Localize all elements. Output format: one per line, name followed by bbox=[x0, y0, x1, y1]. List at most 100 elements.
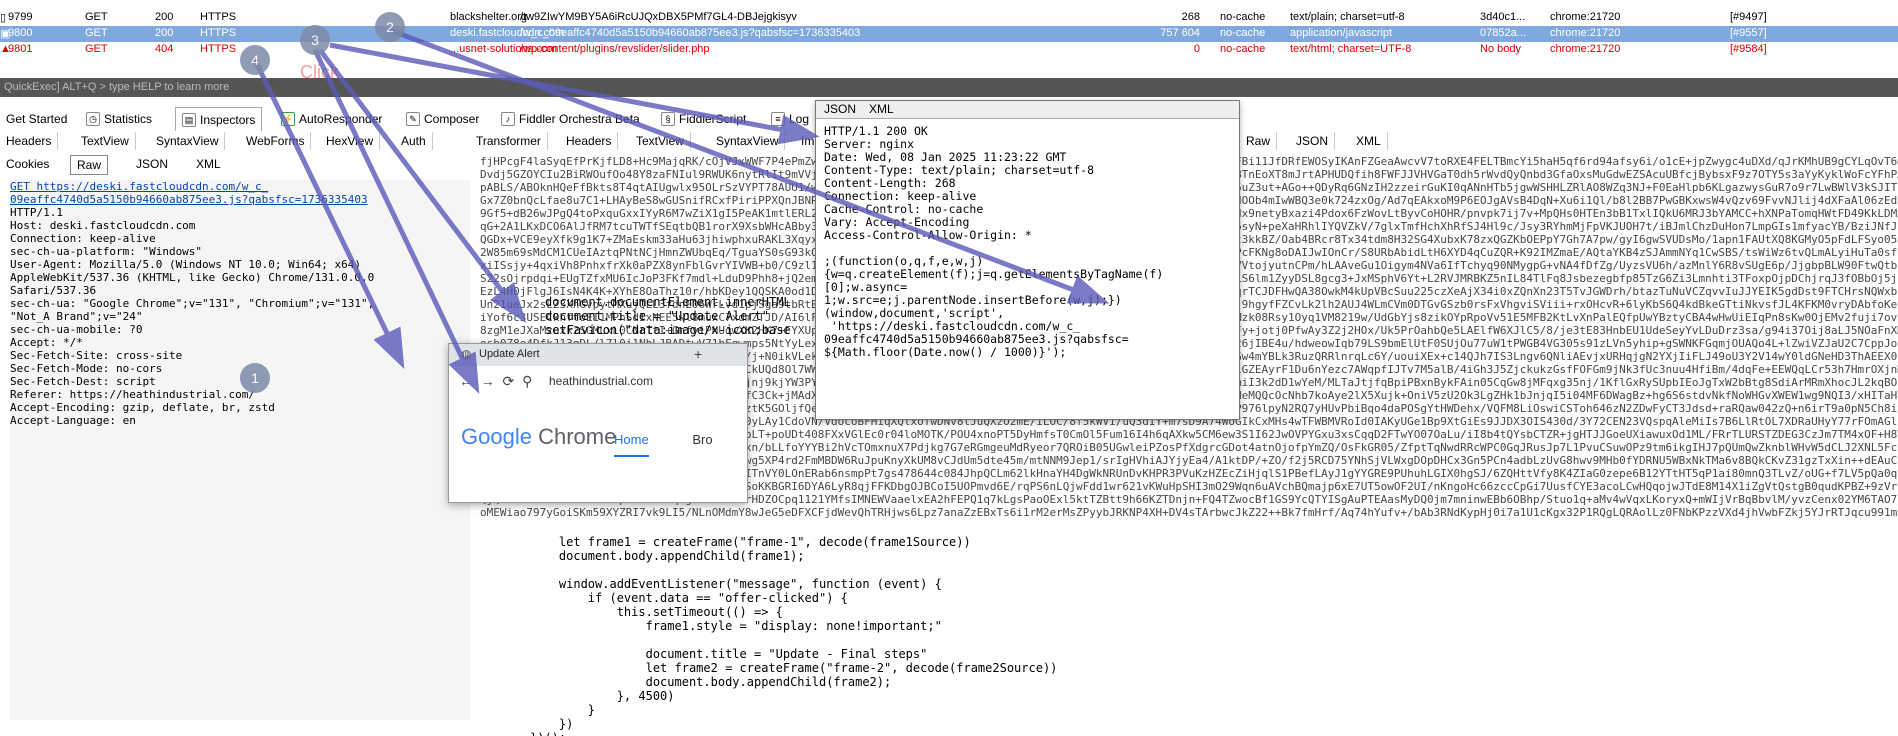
session-row-selected[interactable]: ▣ 9800 GET 200 HTTPS deski.fastcloudcdn.… bbox=[0, 26, 1898, 42]
request-line: Connection: keep-alive bbox=[10, 232, 156, 245]
script-code-block: let frame1 = createFrame("frame-1", deco… bbox=[530, 535, 1058, 736]
tab-label: Statistics bbox=[104, 112, 153, 126]
tab-label: Get Started bbox=[6, 112, 68, 126]
session-url: /wp-content/plugins/revslider/slider.php bbox=[520, 43, 710, 55]
req-tab-raw[interactable]: Raw bbox=[70, 155, 109, 175]
tab-autoresponder[interactable]: ⚡ AutoResponder bbox=[275, 107, 388, 131]
tab-fiddlerscript[interactable]: § FiddlerScript bbox=[655, 107, 752, 131]
tab-label: Fiddler Orchestra Beta bbox=[519, 112, 640, 126]
request-line: "Not_A Brand";v="24" bbox=[10, 310, 143, 323]
session-method: GET bbox=[85, 27, 108, 39]
req-tab-webforms[interactable]: WebForms bbox=[240, 132, 312, 150]
resp-tab-syntaxview[interactable]: SyntaxView bbox=[710, 132, 786, 150]
session-id: 9801 bbox=[8, 43, 33, 55]
session-caching: no-cache bbox=[1220, 27, 1266, 39]
script-icon: ▣ bbox=[0, 28, 11, 40]
session-result: 200 bbox=[155, 11, 174, 23]
tab-log[interactable]: ≡ Log bbox=[765, 107, 815, 131]
chrome-url: heathindustrial.com bbox=[549, 374, 654, 388]
session-process: chrome:21720 bbox=[1550, 43, 1621, 55]
session-method: GET bbox=[85, 43, 108, 55]
request-line: sec-ch-ua-platform: "Windows" bbox=[10, 245, 203, 258]
chrome-logo: Google Chrome bbox=[461, 424, 616, 450]
tab-label: Composer bbox=[424, 112, 480, 126]
chrome-tab-title: Update Alert bbox=[479, 348, 540, 360]
request-line: User-Agent: Mozilla/5.0 (Windows NT 10.0… bbox=[10, 258, 361, 271]
lightning-icon: ⚡ bbox=[281, 112, 295, 126]
session-protocol: HTTPS bbox=[200, 43, 237, 55]
session-host: blackshelter.org bbox=[450, 11, 528, 23]
request-raw-pane[interactable]: GET https://deski.fastcloudcdn.com/w_c_ 0… bbox=[10, 180, 480, 720]
session-row[interactable]: ▯ 9799 GET 200 HTTPS blackshelter.org /t… bbox=[0, 10, 1898, 26]
chrome-window-screenshot: ◍ Update Alert + ← → ⟳ ⚲ heathindustrial… bbox=[448, 343, 748, 503]
tab-label: FiddlerScript bbox=[679, 112, 747, 126]
logo-google: Google bbox=[461, 424, 532, 449]
request-line: Sec-Fetch-Site: cross-site bbox=[10, 349, 183, 362]
session-content-type: application/javascript bbox=[1290, 27, 1393, 39]
req-tab-auth[interactable]: Auth bbox=[395, 132, 433, 150]
request-line: sec-ch-ua: "Google Chrome";v="131", "Chr… bbox=[10, 297, 375, 310]
session-comment: [#9557] bbox=[1730, 27, 1767, 39]
req-tab-cookies[interactable]: Cookies bbox=[0, 155, 55, 173]
req-tab-textview[interactable]: TextView bbox=[75, 132, 136, 150]
globe-icon: ◍ bbox=[461, 347, 472, 361]
popup-body: HTTP/1.1 200 OK Server: nginx Date: Wed,… bbox=[824, 124, 1164, 359]
req-tab-xml[interactable]: XML bbox=[190, 155, 227, 173]
session-result: 200 bbox=[155, 27, 174, 39]
request-line: Accept-Encoding: gzip, deflate, br, zstd bbox=[10, 401, 275, 414]
tab-label: Log bbox=[789, 112, 810, 126]
chrome-nav-next: Bro bbox=[692, 432, 713, 447]
session-protocol: HTTPS bbox=[200, 11, 237, 23]
tab-label: Inspectors bbox=[200, 112, 256, 127]
session-list[interactable]: ▯ 9799 GET 200 HTTPS blackshelter.org /t… bbox=[0, 10, 1898, 58]
request-line: sec-ch-ua-mobile: ?0 bbox=[10, 323, 143, 336]
plus-icon: + bbox=[694, 346, 703, 362]
session-url: /w_c_09eaffc4740d5a5150b94660ab875ee3.js… bbox=[520, 27, 861, 39]
marker-2: 2 bbox=[375, 12, 405, 42]
session-caching: no-cache bbox=[1220, 11, 1266, 23]
request-line: Accept: */* bbox=[10, 336, 83, 349]
session-result: 404 bbox=[155, 43, 174, 55]
inspectors-icon: ▤ bbox=[182, 112, 196, 127]
response-popup: JSON XML HTTP/1.1 200 OK Server: nginx D… bbox=[815, 100, 1240, 420]
quickexec-bar[interactable]: QuickExec] ALT+Q > type HELP to learn mo… bbox=[0, 78, 1898, 97]
req-tab-hexview[interactable]: HexView bbox=[320, 132, 381, 150]
req-tab-json[interactable]: JSON bbox=[130, 155, 174, 173]
doc-code-block: document.documentElement.innerHTML docum… bbox=[545, 295, 791, 337]
tab-inspectors[interactable]: ▤ Inspectors bbox=[175, 107, 263, 131]
req-tab-syntaxview[interactable]: SyntaxView bbox=[150, 132, 226, 150]
req-tab-headers[interactable]: Headers bbox=[0, 132, 59, 150]
session-extra: 07852a... bbox=[1480, 27, 1526, 39]
session-comment: [#9497] bbox=[1730, 11, 1767, 23]
request-line: AppleWebKit/537.36 (KHTML, like Gecko) C… bbox=[10, 271, 375, 284]
session-row[interactable]: ▲ 9801 GET 404 HTTPS ...usnet-solutions.… bbox=[0, 42, 1898, 58]
session-comment: [#9584] bbox=[1730, 43, 1767, 55]
script-icon: § bbox=[661, 112, 675, 126]
session-extra: 3d40c1... bbox=[1480, 11, 1526, 23]
tab-fiddler-orchestra[interactable]: ♪ Fiddler Orchestra Beta bbox=[495, 107, 646, 131]
logo-chrome: Chrome bbox=[538, 424, 617, 449]
session-protocol: HTTPS bbox=[200, 27, 237, 39]
session-url: /tw9ZIwYM9BY5A6iRcUJQxDBX5PMf7GL4-DBJejg… bbox=[520, 11, 797, 23]
resp-tab-json[interactable]: JSON bbox=[1290, 132, 1336, 150]
resp-tab-raw[interactable]: Raw bbox=[1240, 132, 1278, 150]
tab-composer[interactable]: ✎ Composer bbox=[400, 107, 485, 131]
resp-tab-transformer[interactable]: Transformer bbox=[470, 132, 548, 150]
marker-1: 1 bbox=[240, 363, 270, 393]
request-line: 09eaffc4740d5a5150b94660ab875ee3.js?qabs… bbox=[10, 193, 368, 206]
resp-tab-xml[interactable]: XML bbox=[1350, 132, 1388, 150]
tab-statistics[interactable]: ◷ Statistics bbox=[80, 107, 158, 131]
popup-tab-json[interactable]: JSON bbox=[816, 102, 864, 116]
tab-get-started[interactable]: Get Started bbox=[0, 107, 73, 131]
popup-tab-xml[interactable]: XML bbox=[861, 102, 902, 116]
document-icon: ▯ bbox=[0, 12, 7, 24]
chrome-address-bar: ← → ⟳ ⚲ heathindustrial.com bbox=[449, 368, 747, 396]
request-line: Safari/537.36 bbox=[10, 284, 97, 297]
resp-tab-headers[interactable]: Headers bbox=[560, 132, 619, 150]
warning-icon: ▲ bbox=[0, 43, 11, 55]
session-process: chrome:21720 bbox=[1550, 11, 1621, 23]
marker-3: 3 bbox=[300, 25, 330, 55]
session-id: 9800 bbox=[8, 27, 33, 39]
statistics-icon: ◷ bbox=[86, 112, 100, 126]
resp-tab-textview[interactable]: TextView bbox=[630, 132, 691, 150]
